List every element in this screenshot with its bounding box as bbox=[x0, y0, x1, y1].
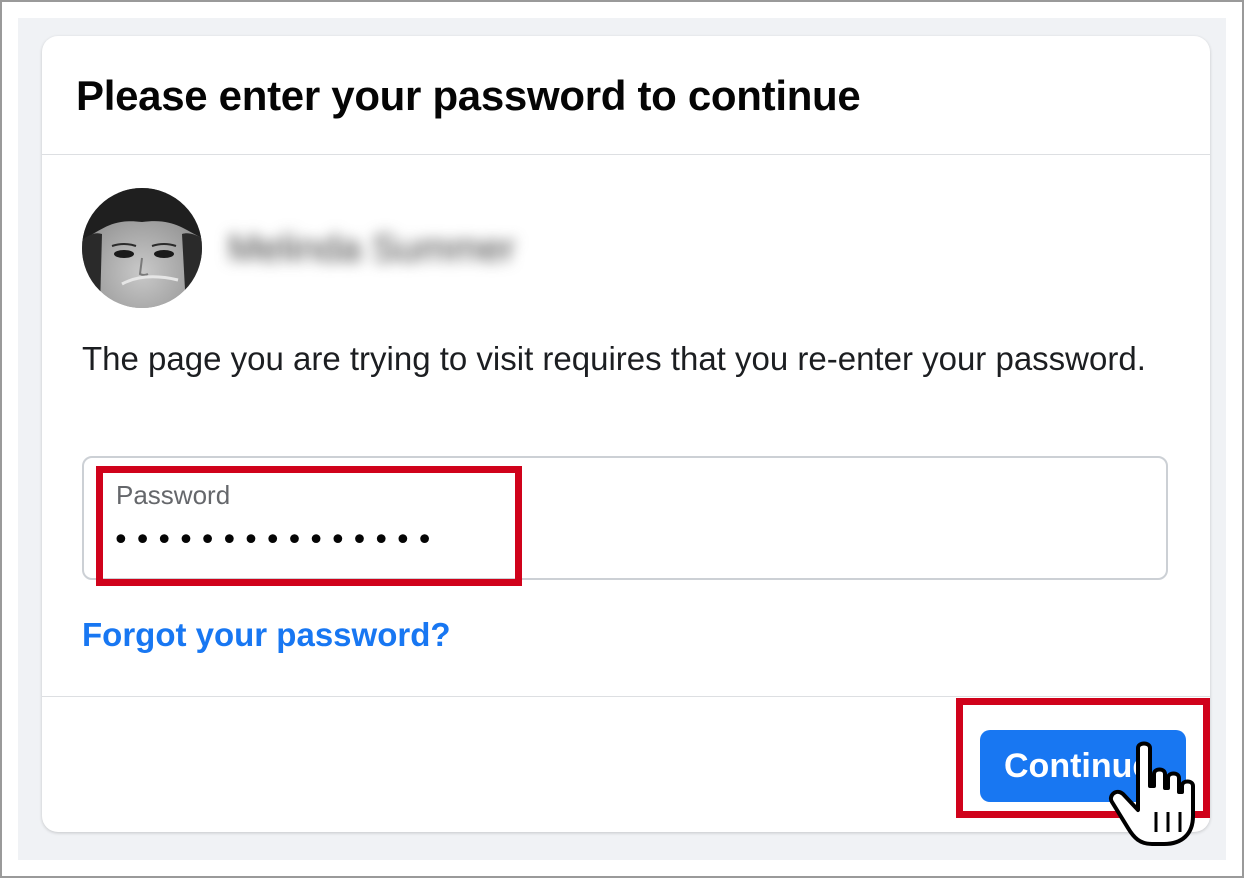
dialog-title: Please enter your password to continue bbox=[76, 72, 861, 119]
avatar-photo bbox=[82, 188, 202, 308]
dialog-header: Please enter your password to continue bbox=[42, 36, 1210, 155]
user-name: Melinda Summer bbox=[228, 228, 516, 270]
reauth-message: The page you are trying to visit require… bbox=[82, 340, 1146, 377]
password-input[interactable] bbox=[112, 520, 532, 560]
reauth-dialog: Please enter your password to continue M… bbox=[42, 36, 1210, 832]
forgot-password-link[interactable]: Forgot your password? bbox=[82, 616, 451, 654]
continue-button[interactable]: Continue bbox=[980, 730, 1186, 802]
avatar bbox=[82, 188, 202, 308]
password-label: Password bbox=[116, 480, 231, 510]
footer-divider bbox=[42, 696, 1210, 697]
password-field[interactable] bbox=[82, 456, 1168, 580]
